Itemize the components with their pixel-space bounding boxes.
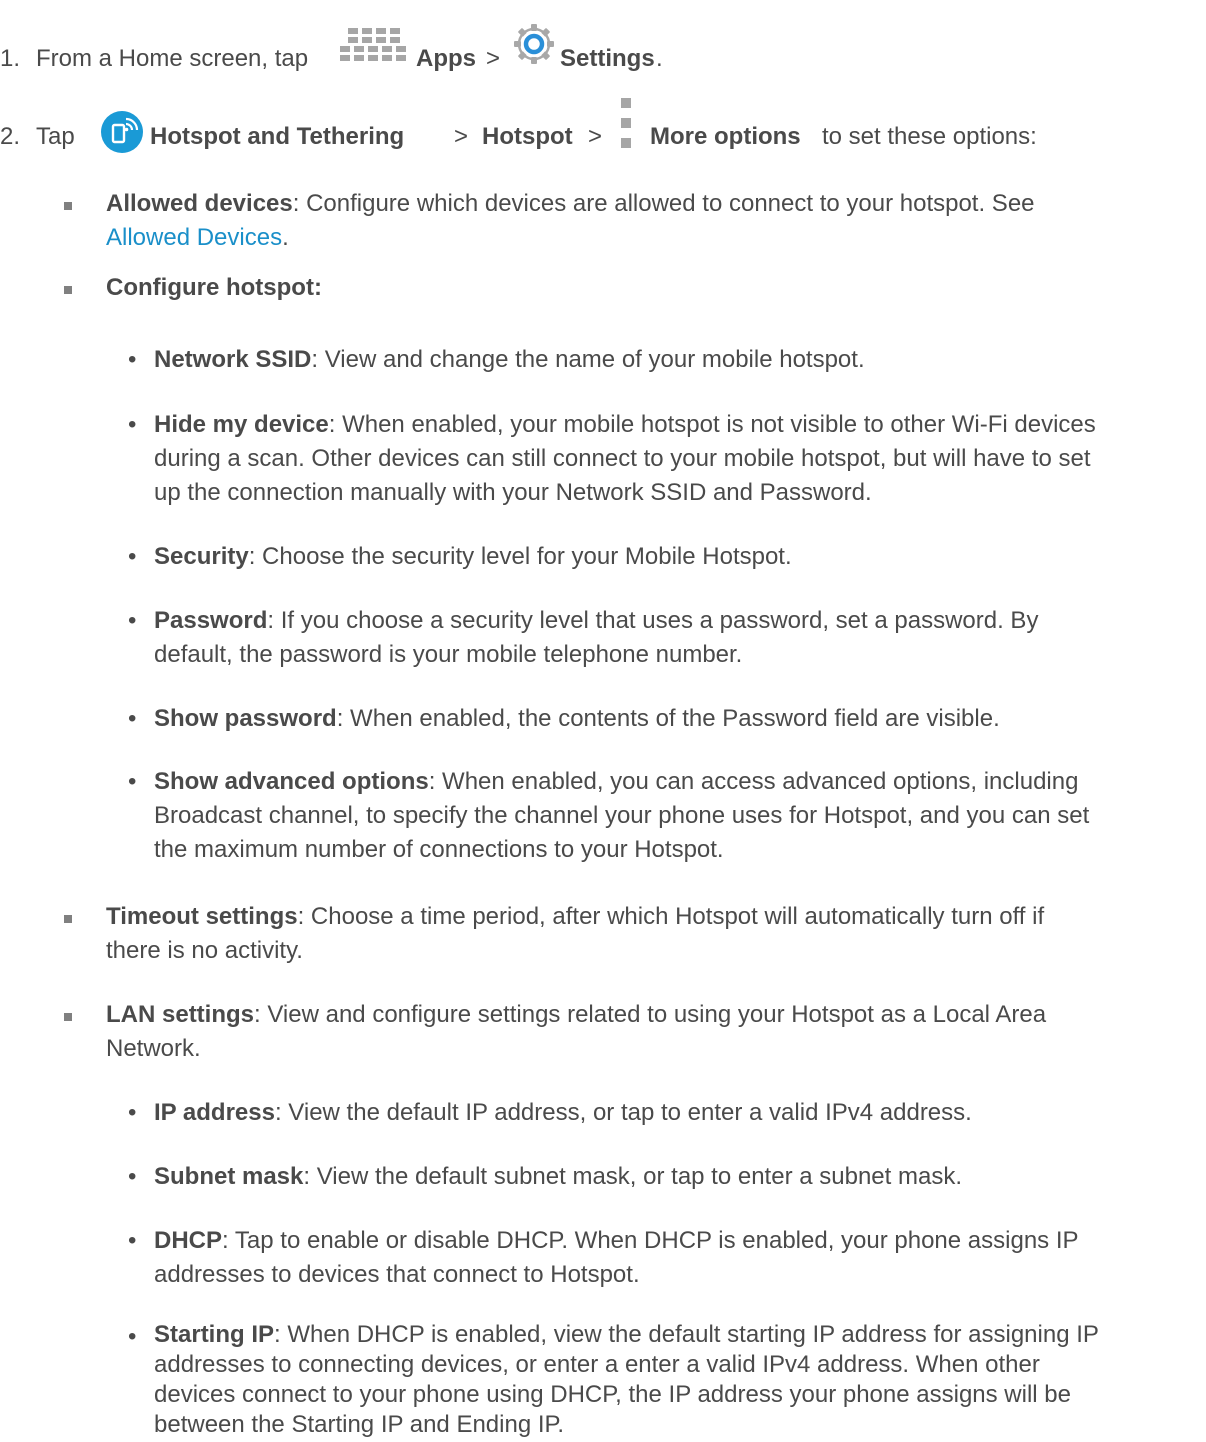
item-text: Network.	[106, 1035, 201, 1062]
item-title: DHCP	[154, 1227, 223, 1254]
dot-bullet: •	[128, 543, 137, 570]
item-text: : When enabled, your mobile hotspot is n…	[328, 411, 1096, 438]
item-title: IP address	[154, 1099, 275, 1126]
hotspot-label: Hotspot	[482, 123, 573, 150]
item-title: Show advanced options	[154, 768, 429, 795]
item-text: : View the default subnet mask, or tap t…	[303, 1163, 962, 1190]
dot-bullet: •	[128, 607, 137, 634]
item-text: devices connect to your phone using DHCP…	[154, 1381, 1071, 1408]
item-title: Configure hotspot:	[106, 274, 322, 301]
dot-bullet: •	[128, 346, 137, 373]
item-show-password: Show password: When enabled, the content…	[154, 702, 1000, 736]
item-text: : When enabled, the contents of the Pass…	[336, 705, 1000, 732]
step-1: 1. From a Home screen, tap Apps > Settin…	[0, 24, 1206, 88]
step-end: .	[656, 45, 663, 72]
item-text: there is no activity.	[106, 937, 303, 964]
settings-gear-icon	[512, 22, 556, 66]
item-subnet-mask: Subnet mask: View the default subnet mas…	[154, 1160, 962, 1194]
settings-label: Settings	[560, 45, 655, 72]
item-text: default, the password is your mobile tel…	[154, 641, 743, 668]
more-options-label: More options	[650, 123, 801, 150]
item-text: : View and change the name of your mobil…	[311, 346, 865, 373]
dot-bullet: •	[128, 1163, 137, 1190]
item-ip-address: IP address: View the default IP address,…	[154, 1096, 972, 1130]
apps-label: Apps	[416, 45, 476, 72]
item-title: LAN settings	[106, 1001, 255, 1028]
item-title: Password	[154, 607, 268, 634]
item-title: Network SSID	[154, 346, 312, 373]
item-text: the maximum number of connections to you…	[154, 836, 724, 863]
item-title: Subnet mask	[154, 1163, 304, 1190]
item-dhcp: DHCP: Tap to enable or disable DHCP. Whe…	[154, 1224, 1204, 1292]
item-show-advanced-options: Show advanced options: When enabled, you…	[154, 765, 1204, 867]
item-title: Starting IP	[154, 1321, 275, 1348]
separator: >	[454, 123, 469, 150]
square-bullet	[64, 202, 72, 210]
apps-grid-icon	[340, 28, 410, 66]
step-text: Tap	[36, 123, 75, 150]
allowed-devices-link[interactable]: Allowed Devices	[106, 224, 282, 251]
step-number: 1.	[0, 45, 21, 72]
step-2: 2. Tap Hotspot and Tethering > Hotspot >…	[0, 96, 1206, 166]
dot-bullet: •	[128, 768, 137, 795]
item-timeout-settings: Timeout settings: Choose a time period, …	[106, 900, 1196, 968]
item-lan-settings: LAN settings: View and configure setting…	[106, 998, 1196, 1066]
item-text: : View and configure settings related to…	[254, 1001, 1047, 1028]
item-end: .	[282, 224, 289, 251]
dot-bullet: •	[128, 1323, 137, 1350]
item-text: : Choose the security level for your Mob…	[248, 543, 792, 570]
step-text: From a Home screen, tap	[36, 45, 309, 72]
square-bullet	[64, 286, 72, 294]
step-number: 2.	[0, 123, 21, 150]
item-allowed-devices: Allowed devices: Configure which devices…	[106, 187, 1196, 255]
hotspot-tethering-label: Hotspot and Tethering	[150, 123, 405, 150]
item-text: : Choose a time period, after which Hots…	[297, 903, 1045, 930]
separator: >	[486, 45, 501, 72]
item-text: between the Starting IP and Ending IP.	[154, 1411, 565, 1438]
item-password: Password: If you choose a security level…	[154, 604, 1204, 672]
item-text: : When DHCP is enabled, view the default…	[274, 1321, 1099, 1348]
item-configure-hotspot: Configure hotspot:	[106, 271, 322, 305]
item-text: : If you choose a security level that us…	[267, 607, 1039, 634]
item-text: addresses to connecting devices, or ente…	[154, 1351, 1040, 1378]
item-title: Allowed devices	[106, 190, 293, 217]
more-options-icon	[620, 96, 632, 152]
dot-bullet: •	[128, 1099, 137, 1126]
step-suffix: to set these options:	[822, 123, 1037, 150]
item-text: : Tap to enable or disable DHCP. When DH…	[222, 1227, 1079, 1254]
dot-bullet: •	[128, 411, 137, 438]
item-text: Broadcast channel, to specify the channe…	[154, 802, 1090, 829]
dot-bullet: •	[128, 1227, 137, 1254]
hotspot-tethering-icon	[100, 110, 144, 154]
item-text: up the connection manually with your Net…	[154, 479, 872, 506]
item-network-ssid: Network SSID: View and change the name o…	[154, 343, 865, 377]
item-title: Security	[154, 543, 249, 570]
item-security: Security: Choose the security level for …	[154, 540, 792, 574]
item-title: Hide my device	[154, 411, 329, 438]
item-text: : When enabled, you can access advanced …	[428, 768, 1079, 795]
item-text: : Configure which devices are allowed to…	[292, 190, 1035, 217]
square-bullet	[64, 1013, 72, 1021]
square-bullet	[64, 915, 72, 923]
item-starting-ip: Starting IP: When DHCP is enabled, view …	[154, 1320, 1204, 1440]
dot-bullet: •	[128, 705, 137, 732]
item-text: addresses to devices that connect to Hot…	[154, 1261, 640, 1288]
item-title: Timeout settings	[106, 903, 298, 930]
separator: >	[588, 123, 603, 150]
item-text: : View the default IP address, or tap to…	[274, 1099, 972, 1126]
item-title: Show password	[154, 705, 337, 732]
item-hide-my-device: Hide my device: When enabled, your mobil…	[154, 408, 1204, 510]
item-text: during a scan. Other devices can still c…	[154, 445, 1091, 472]
